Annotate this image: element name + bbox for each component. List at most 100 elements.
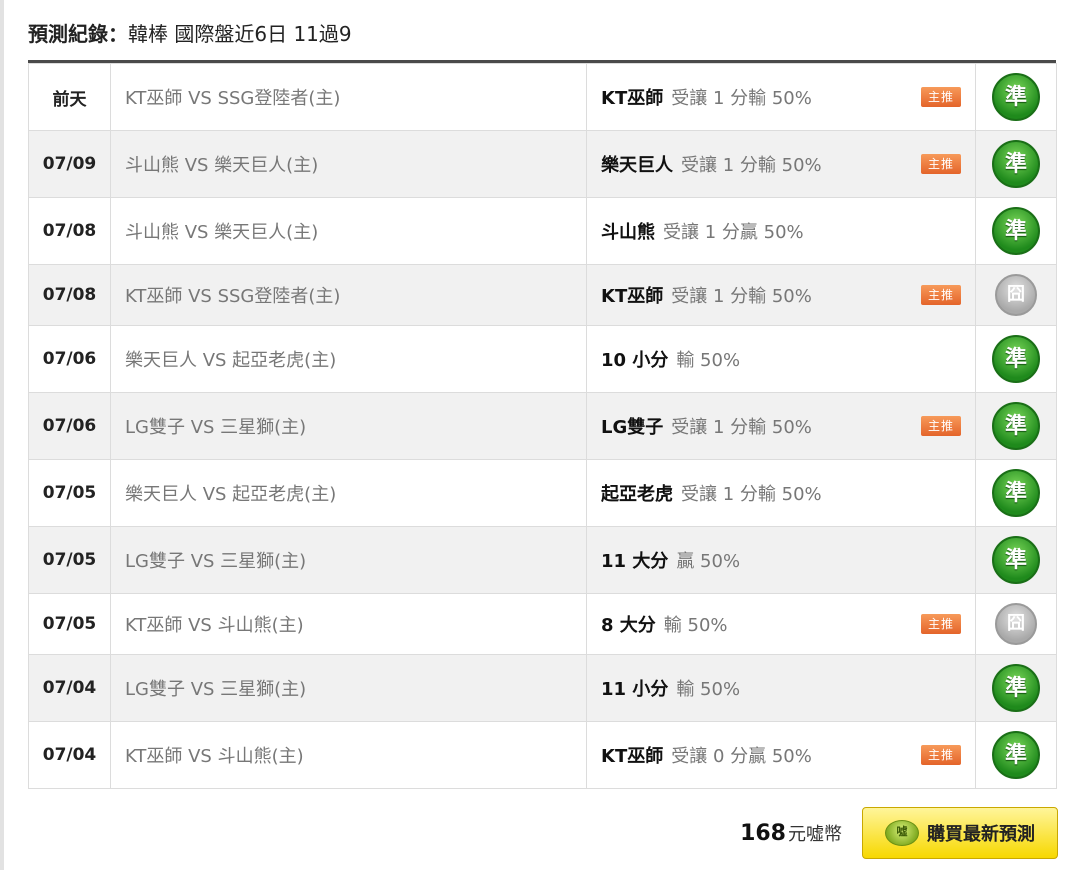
record-match: 樂天巨人 VS 起亞老虎(主)	[110, 325, 587, 393]
miss-result-icon: 囧	[995, 274, 1037, 316]
pick-team: LG雙子	[601, 417, 664, 438]
pick-detail: 受讓 1 分輸 50%	[681, 155, 822, 176]
record-date: 07/06	[28, 392, 111, 460]
records-body: 前天 KT巫師 VS SSG登陸者(主) KT巫師 受讓 1 分輸 50% 主推準 07/…	[28, 63, 1057, 789]
record-result: 準	[975, 325, 1057, 393]
record-row: 07/08 KT巫師 VS SSG登陸者(主) KT巫師 受讓 1 分輸 50% 主推 囧	[28, 264, 1057, 326]
record-row: 07/05 LG雙子 VS 三星獅(主) 11 大分贏 50% 準	[28, 526, 1057, 594]
pick-team: 11 小分	[601, 679, 669, 700]
hit-result-icon: 準	[992, 536, 1040, 584]
header-title: 韓棒 國際盤近6日 11過9	[128, 22, 352, 46]
record-result: 準	[975, 654, 1057, 722]
pick-detail: 受讓 0 分贏 50%	[671, 746, 812, 767]
miss-result-icon: 囧	[995, 603, 1037, 645]
record-date: 07/05	[28, 459, 111, 527]
pick-team: KT巫師	[601, 88, 664, 109]
pick-team: KT巫師	[601, 746, 664, 767]
record-pick: 11 小分輸 50%	[586, 654, 976, 722]
coin-icon: 噓	[885, 820, 919, 846]
record-result: 準	[975, 392, 1057, 460]
pick-team: 樂天巨人	[601, 155, 673, 176]
record-date: 07/06	[28, 325, 111, 393]
record-date: 前天	[28, 63, 111, 131]
record-row: 07/08 斗山熊 VS 樂天巨人(主) 斗山熊 受讓 1 分贏 50% 準	[28, 197, 1057, 265]
record-result: 囧	[975, 593, 1057, 655]
prediction-records-table: 前天 KT巫師 VS SSG登陸者(主) KT巫師 受讓 1 分輸 50% 主推準 07/…	[28, 63, 1057, 789]
main-pick-badge: 主推	[921, 154, 961, 174]
hit-result-icon: 準	[992, 664, 1040, 712]
price-unit: 元噓幣	[788, 824, 842, 845]
hit-result-icon: 準	[992, 402, 1040, 450]
record-match: KT巫師 VS SSG登陸者(主)	[110, 63, 587, 131]
record-result: 準	[975, 526, 1057, 594]
record-row: 07/06 樂天巨人 VS 起亞老虎(主) 10 小分輸 50% 準	[28, 325, 1057, 393]
record-row: 07/05 樂天巨人 VS 起亞老虎(主) 起亞老虎 受讓 1 分輸 50% 準	[28, 459, 1057, 527]
main-pick-badge: 主推	[921, 416, 961, 436]
record-pick: 起亞老虎 受讓 1 分輸 50%	[586, 459, 976, 527]
record-pick: 樂天巨人 受讓 1 分輸 50% 主推	[586, 130, 976, 198]
record-pick: 斗山熊 受讓 1 分贏 50%	[586, 197, 976, 265]
price-amount: 168	[740, 820, 786, 846]
main-pick-badge: 主推	[921, 614, 961, 634]
record-result: 準	[975, 721, 1057, 789]
record-date: 07/05	[28, 526, 111, 594]
record-date: 07/09	[28, 130, 111, 198]
record-row: 07/04 KT巫師 VS 斗山熊(主) KT巫師 受讓 0 分贏 50% 主推 準	[28, 721, 1057, 789]
pick-detail: 輸 50%	[676, 350, 741, 371]
hit-result-icon: 準	[992, 73, 1040, 121]
record-match: LG雙子 VS 三星獅(主)	[110, 654, 587, 722]
buy-latest-prediction-button[interactable]: 噓 購買最新預測	[862, 807, 1058, 859]
main-pick-badge: 主推	[921, 285, 961, 305]
hit-result-icon: 準	[992, 207, 1040, 255]
record-date: 07/08	[28, 197, 111, 265]
record-date: 07/04	[28, 654, 111, 722]
hit-result-icon: 準	[992, 469, 1040, 517]
record-pick: KT巫師 受讓 1 分輸 50% 主推	[586, 63, 976, 131]
pick-detail: 受讓 1 分贏 50%	[663, 222, 804, 243]
record-date: 07/08	[28, 264, 111, 326]
pick-team: 8 大分	[601, 615, 656, 636]
record-date: 07/05	[28, 593, 111, 655]
record-result: 囧	[975, 264, 1057, 326]
main-pick-badge: 主推	[921, 87, 961, 107]
record-match: 樂天巨人 VS 起亞老虎(主)	[110, 459, 587, 527]
pick-detail: 受讓 1 分輸 50%	[671, 286, 812, 307]
record-pick: 8 大分輸 50% 主推	[586, 593, 976, 655]
record-pick: 10 小分輸 50%	[586, 325, 976, 393]
purchase-footer: 168 元噓幣 噓 購買最新預測	[740, 806, 1058, 860]
main-pick-badge: 主推	[921, 745, 961, 765]
pick-detail: 受讓 1 分輸 50%	[671, 88, 812, 109]
buy-button-label: 購買最新預測	[927, 824, 1035, 845]
record-pick: 11 大分贏 50%	[586, 526, 976, 594]
record-row: 07/05 KT巫師 VS 斗山熊(主) 8 大分輸 50% 主推 囧	[28, 593, 1057, 655]
record-result: 準	[975, 197, 1057, 265]
record-match: LG雙子 VS 三星獅(主)	[110, 392, 587, 460]
pick-detail: 輸 50%	[663, 615, 728, 636]
record-match: LG雙子 VS 三星獅(主)	[110, 526, 587, 594]
record-pick: LG雙子 受讓 1 分輸 50% 主推	[586, 392, 976, 460]
hit-result-icon: 準	[992, 140, 1040, 188]
pick-team: 11 大分	[601, 551, 669, 572]
hit-result-icon: 準	[992, 335, 1040, 383]
record-match: 斗山熊 VS 樂天巨人(主)	[110, 197, 587, 265]
record-match: KT巫師 VS SSG登陸者(主)	[110, 264, 587, 326]
record-row: 07/04 LG雙子 VS 三星獅(主) 11 小分輸 50% 準	[28, 654, 1057, 722]
pick-team: 10 小分	[601, 350, 669, 371]
record-match: KT巫師 VS 斗山熊(主)	[110, 593, 587, 655]
pick-detail: 贏 50%	[676, 551, 741, 572]
record-result: 準	[975, 459, 1057, 527]
hit-result-icon: 準	[992, 731, 1040, 779]
record-result: 準	[975, 130, 1057, 198]
pick-team: 斗山熊	[601, 222, 655, 243]
record-row: 07/06 LG雙子 VS 三星獅(主) LG雙子 受讓 1 分輸 50% 主推 準	[28, 392, 1057, 460]
pick-team: 起亞老虎	[601, 484, 673, 505]
pick-detail: 受讓 1 分輸 50%	[671, 417, 812, 438]
pick-team: KT巫師	[601, 286, 664, 307]
header-label: 預測紀錄：	[28, 22, 128, 46]
record-result: 準	[975, 63, 1057, 131]
record-date: 07/04	[28, 721, 111, 789]
record-match: KT巫師 VS 斗山熊(主)	[110, 721, 587, 789]
left-border	[0, 0, 4, 870]
record-pick: KT巫師 受讓 1 分輸 50% 主推	[586, 264, 976, 326]
record-row: 07/09 斗山熊 VS 樂天巨人(主) 樂天巨人 受讓 1 分輸 50% 主推 準	[28, 130, 1057, 198]
